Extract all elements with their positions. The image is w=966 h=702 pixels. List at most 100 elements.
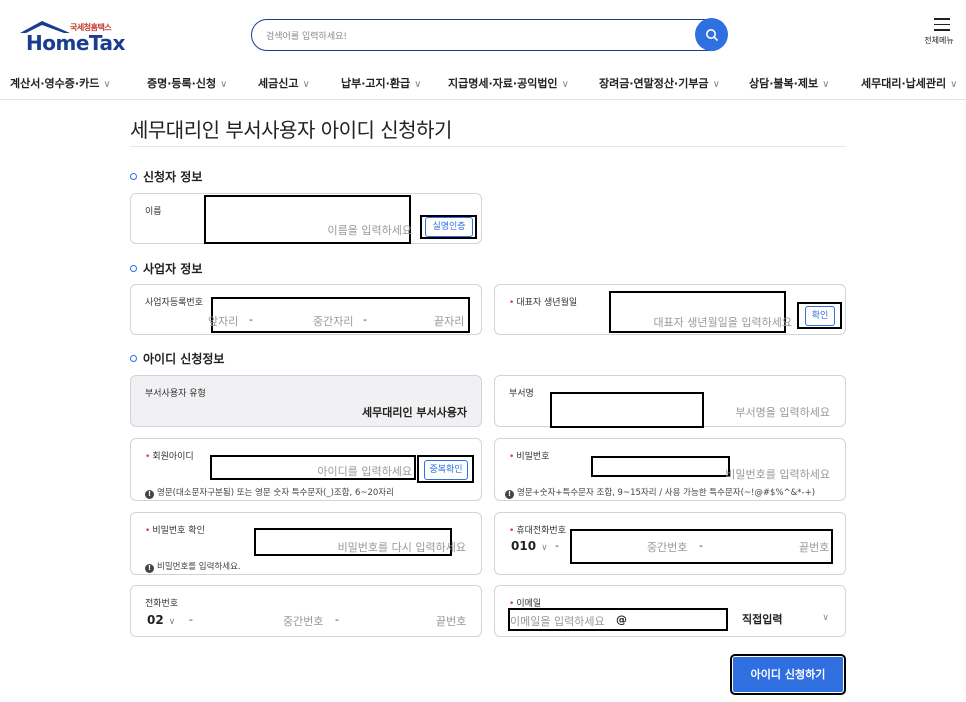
nav-item-tax-agent[interactable]: 세무대리·납세관리 ∨ (861, 75, 957, 91)
bizno-end[interactable]: 끝자리 (434, 313, 464, 329)
member-id-label: • 회원아이디 (145, 452, 194, 462)
phone-field: 전화번호 02 ∨ - 중간번호 - 끝번호 (130, 585, 482, 637)
bizno-dash: - (249, 313, 253, 326)
chevron-down-icon: ∨ (220, 79, 228, 90)
duplicate-check-button[interactable]: 중복확인 (424, 460, 468, 480)
mobile-prefix-value: 010 (511, 539, 537, 553)
user-type-label: 부서사용자 유형 (145, 389, 206, 399)
password-placeholder: 비밀번호를 입력하세요 (725, 468, 830, 481)
phone-prefix-select[interactable]: 02 ∨ (147, 613, 175, 627)
all-menu-button[interactable]: 전체메뉴 (924, 18, 959, 52)
password-confirm-hint: ! 비밀번호를 입력하세요. (145, 560, 241, 573)
nav-item-payment-statement[interactable]: 지급명세·자료·공익법인 ∨ (448, 75, 569, 91)
search-button[interactable] (695, 18, 728, 51)
nav-item-label: 세금신고 (258, 77, 299, 90)
nav-item-label: 세무대리·납세관리 (861, 77, 947, 90)
chevron-down-icon: ∨ (302, 79, 310, 90)
bizno-middle[interactable]: 중간자리 (313, 313, 353, 329)
phone-dash: - (335, 613, 339, 626)
phone-end[interactable]: 끝번호 (436, 613, 466, 629)
mobile-prefix-select[interactable]: 010 ∨ (511, 539, 548, 553)
bizno-front[interactable]: 앞자리 (208, 313, 238, 329)
phone-dash: - (189, 613, 193, 626)
dup-check-frame: 중복확인 (417, 455, 474, 483)
hamburger-icon (934, 18, 950, 31)
password-confirm-field: • 비밀번호 확인 비밀번호를 다시 입력하세요 ! 비밀번호를 입력하세요. (130, 512, 482, 575)
header: 국세청홈택스 HomeTax 검색어를 입력하세요! 전체메뉴 (0, 0, 966, 66)
password-label: • 비밀번호 (509, 452, 550, 462)
rep-birth-confirm-button[interactable]: 확인 (805, 306, 835, 326)
bizno-dash: - (363, 313, 367, 326)
nav-item-label: 상담·불복·제보 (749, 77, 819, 90)
info-icon: ! (145, 490, 154, 499)
member-id-placeholder: 아이디를 입력하세요 (317, 465, 412, 478)
phone-middle[interactable]: 중간번호 (283, 613, 323, 629)
nav-item-invoice[interactable]: 계산서·영수증·카드 ∨ (10, 75, 111, 91)
dept-placeholder: 부서명을 입력하세요 (735, 406, 830, 419)
nav-item-label: 증명·등록·신청 (147, 77, 217, 90)
section-business: 사업자 정보 (130, 260, 202, 277)
phone-label: 전화번호 (145, 599, 179, 609)
mobile-end[interactable]: 끝번호 (799, 539, 829, 555)
bizno-field: 사업자등록번호 앞자리 - 중간자리 - 끝자리 (130, 284, 482, 335)
nav-item-label: 계산서·영수증·카드 (10, 77, 100, 90)
search-input[interactable]: 검색어를 입력하세요! (266, 29, 347, 42)
nav-item-tax-return[interactable]: 세금신고 ∨ (258, 75, 310, 91)
name-label: 이름 (145, 207, 162, 217)
name-input[interactable]: 이름을 입력하세요 (204, 195, 412, 244)
section-title: 신청자 정보 (143, 170, 203, 184)
member-id-label-text: 회원아이디 (152, 452, 194, 462)
search-bar[interactable]: 검색어를 입력하세요! (251, 18, 728, 51)
email-domain-select[interactable]: 직접입력 (742, 611, 782, 627)
nav-item-payment[interactable]: 납부·고지·환급 ∨ (341, 75, 421, 91)
password-confirm-label-text: 비밀번호 확인 (152, 526, 205, 536)
password-confirm-hint-text: 비밀번호를 입력하세요. (157, 562, 241, 572)
phone-prefix-value: 02 (147, 613, 164, 627)
name-placeholder: 이름을 입력하세요 (327, 224, 412, 237)
chevron-down-icon: ∨ (103, 79, 111, 90)
real-name-verify-button[interactable]: 실명인증 (425, 217, 473, 237)
bizno-label: 사업자등록번호 (145, 298, 203, 308)
chevron-down-icon: ∨ (561, 79, 569, 90)
member-id-hint-text: 영문(대소문자구분됨) 또는 영문 숫자 특수문자(_)조합, 6~20자리 (157, 488, 394, 498)
page-title: 세무대리인 부서사용자 아이디 신청하기 (130, 118, 452, 142)
bullet-icon (130, 265, 137, 272)
email-at-symbol: @ (616, 613, 627, 626)
password-input[interactable] (591, 456, 730, 477)
divider (130, 146, 846, 147)
search-icon (705, 28, 718, 41)
chevron-down-icon: ∨ (712, 79, 720, 90)
dept-label: 부서명 (509, 389, 534, 399)
name-field: 이름 이름을 입력하세요 실명인증 (130, 193, 482, 244)
info-icon: ! (505, 490, 514, 499)
mobile-middle[interactable]: 중간번호 (647, 539, 687, 555)
email-placeholder: 이메일을 입력하세요 (510, 615, 605, 628)
chevron-down-icon: ∨ (822, 79, 830, 90)
main-nav: 계산서·영수증·카드 ∨ 증명·등록·신청 ∨ 세금신고 ∨ 납부·고지·환급 ∨ 지급… (0, 66, 966, 100)
nav-item-certificate[interactable]: 증명·등록·신청 ∨ (147, 75, 227, 91)
dept-input[interactable] (550, 392, 704, 428)
chevron-down-icon: ∨ (414, 79, 422, 90)
info-icon: ! (145, 564, 154, 573)
confirm-button-frame: 확인 (797, 302, 842, 329)
dept-field: 부서명 부서명을 입력하세요 (494, 375, 846, 428)
hometax-logo[interactable]: 국세청홈택스 HomeTax (18, 20, 128, 55)
section-id-info: 아이디 신청정보 (130, 350, 224, 367)
email-input-group[interactable]: 이메일을 입력하세요 @ (508, 608, 728, 631)
nav-item-consult[interactable]: 상담·불복·제보 ∨ (749, 75, 829, 91)
user-type-value: 세무대리인 부서사용자 (361, 406, 467, 419)
rep-birth-label: • 대표자 생년월일 (509, 298, 578, 308)
section-title: 사업자 정보 (143, 262, 203, 276)
section-title: 아이디 신청정보 (143, 352, 225, 366)
nav-item-label: 장려금·연말정산·기부금 (599, 77, 709, 90)
chevron-down-icon: ∨ (168, 617, 176, 627)
mobile-dash: - (699, 539, 703, 552)
apply-id-button[interactable]: 아이디 신청하기 (730, 654, 846, 695)
logo-title: HomeTax (26, 31, 125, 55)
rep-birth-input[interactable]: 대표자 생년월일을 입력하세요 (609, 291, 792, 333)
member-id-input[interactable]: 아이디를 입력하세요 (210, 455, 416, 480)
nav-item-incentive[interactable]: 장려금·연말정산·기부금 ∨ (599, 75, 720, 91)
mobile-dash: - (555, 539, 559, 552)
member-id-hint: ! 영문(대소문자구분됨) 또는 영문 숫자 특수문자(_)조합, 6~20자리 (145, 486, 394, 499)
password-label-text: 비밀번호 (516, 452, 550, 462)
